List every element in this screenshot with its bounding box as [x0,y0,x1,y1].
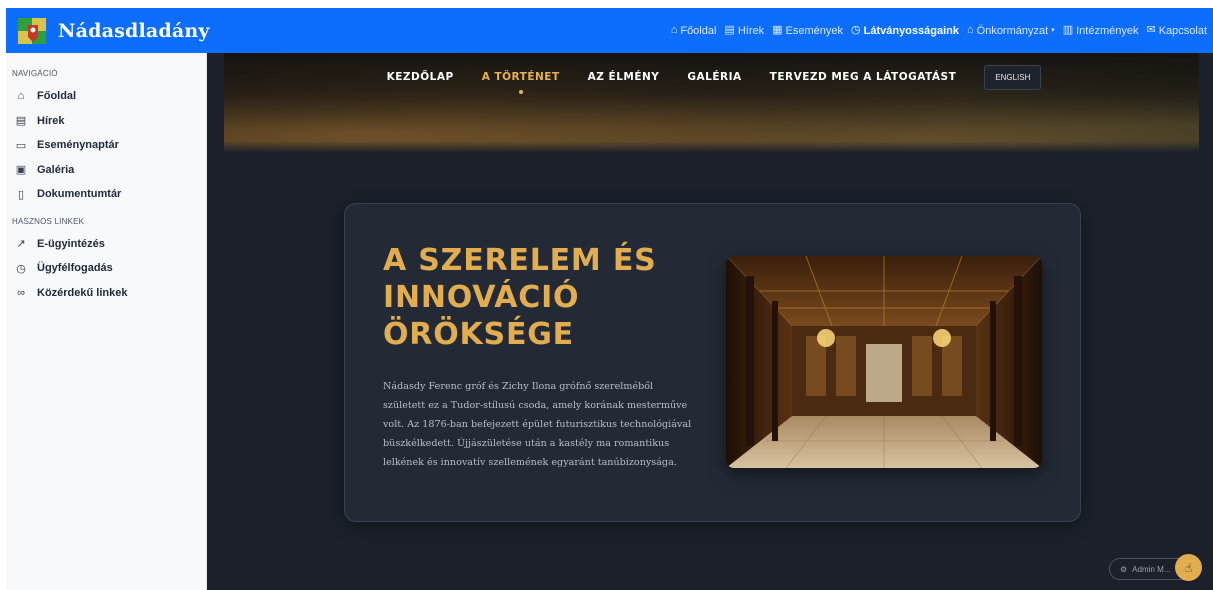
topnav-onkormanyzat[interactable]: ⌂ Önkormányzat ▾ [967,25,1055,37]
sidebar-item-label: Főoldal [37,90,77,103]
history-title: A SZERELEM ÉS INNOVÁCIÓ ÖRÖKSÉGE [383,243,657,352]
home-outline-icon: ⌂ [17,90,25,103]
topnav-label: Főoldal [680,24,717,37]
building-icon: ▥ [1062,24,1074,36]
landmark-icon: ◷ [851,24,861,36]
brand[interactable]: Nádasdladány [16,16,210,46]
nav-kezdolap[interactable]: KEZDŐLAP [387,71,454,83]
newspaper-icon: ▤ [724,24,735,36]
sidebar-nav-heading: NAVIGÁCIÓ [12,69,58,78]
caret-down-icon: ▾ [1051,27,1055,34]
external-link-icon: ↗ [16,238,26,251]
sidebar-item-hirek[interactable]: ▤ Hírek [6,109,206,134]
link-icon: ∞ [17,286,25,299]
topnav-label: Események [785,24,843,37]
settings-icon: ⚙ [1120,564,1128,574]
clock-icon: ◷ [16,262,26,275]
topnav-esemenyek[interactable]: ▦ Események [772,25,843,37]
hand-pointer-icon: ☝ [1184,560,1193,575]
newspaper-icon: ▤ [15,115,27,128]
main-content: KEZDŐLAP A TÖRTÉNET AZ ÉLMÉNY GALÉRIA TE… [207,53,1213,590]
sidebar-item-ugyfelfogadas[interactable]: ◷ Ügyfélfogadás [6,256,206,281]
sidebar: NAVIGÁCIÓ ⌂ Főoldal ▤ Hírek ▭ Eseménynaptár… [6,53,207,590]
accessibility-fab-button[interactable]: ☝ [1175,554,1202,581]
sidebar-item-label: Dokumentumtár [37,188,122,201]
sidebar-item-label: E-ügyintézés [37,237,105,250]
nav-tervezd-meg[interactable]: TERVEZD MEG A LÁTOGATÁST [770,71,957,83]
sidebar-item-esemenynaptar[interactable]: ▭ Eseménynaptár [6,133,206,158]
sidebar-item-dokumentumtar[interactable]: ▯ Dokumentumtár [6,182,206,207]
sidebar-item-fooldal[interactable]: ⌂ Főoldal [6,84,206,109]
coat-of-arms-logo [16,16,50,46]
nav-galeria[interactable]: GALÉRIA [687,71,741,83]
top-navigation: ⌂ Főoldal ▤ Hírek ▦ Események ◷ Látványosság… [671,25,1207,37]
sidebar-item-label: Eseménynaptár [37,139,119,152]
sidebar-item-label: Ügyfélfogadás [37,262,113,275]
nav-az-elmeny[interactable]: AZ ÉLMÉNY [588,71,660,83]
history-card: A SZERELEM ÉS INNOVÁCIÓ ÖRÖKSÉGE Nádasdy… [344,203,1081,522]
history-text: Nádasdy Ferenc gróf és Zichy Ilona grófn… [383,381,692,468]
top-header: Nádasdladány ⌂ Főoldal ▤ Hírek ▦ Események … [6,8,1213,53]
language-toggle-button[interactable]: ENGLISH [984,64,1042,90]
topnav-kapcsolat[interactable]: ✉ Kapcsolat [1146,25,1207,37]
topnav-label: Önkormányzat [976,24,1049,37]
calendar-icon: ▦ [772,24,783,36]
sidebar-item-e-ugyintezes[interactable]: ↗ E-ügyintézés [6,232,206,257]
calendar-icon: ▭ [15,139,27,152]
topnav-label: Látványosságaink [863,24,959,37]
site-navigation: KEZDŐLAP A TÖRTÉNET AZ ÉLMÉNY GALÉRIA TE… [207,53,1213,101]
sidebar-item-kozerdeku-linkek[interactable]: ∞ Közérdekű linkek [6,281,206,306]
sidebar-item-label: Galéria [37,163,75,176]
hero-fade [224,141,1199,153]
nav-a-tortenet[interactable]: A TÖRTÉNET [482,71,560,94]
sidebar-links-heading: HASZNOS LINKEK [12,216,85,226]
topnav-label: Kapcsolat [1158,24,1207,37]
image-icon: ▣ [15,164,27,177]
topnav-intezmenyek[interactable]: ▥ Intézmények [1063,25,1139,37]
topnav-label: Intézmények [1076,24,1139,37]
home-icon: ⌂ [670,24,678,36]
sidebar-item-label: Hírek [37,114,65,127]
admin-mode-label: Admin M... [1132,564,1171,574]
envelope-icon: ✉ [1146,24,1156,36]
topnav-fooldal[interactable]: ⌂ Főoldal [671,25,717,37]
topnav-hirek[interactable]: ▤ Hírek [724,25,764,37]
sidebar-item-label: Közérdekű linkek [37,286,128,299]
bank-icon: ⌂ [966,24,974,36]
brand-name: Nádasdladány [58,19,210,42]
file-icon: ▯ [17,188,25,201]
sidebar-item-galeria[interactable]: ▣ Galéria [6,158,206,183]
castle-library-photo [726,256,1042,468]
topnav-label: Hírek [737,24,765,37]
topnav-latvanyossagaink[interactable]: ◷ Látványosságaink [851,25,959,37]
